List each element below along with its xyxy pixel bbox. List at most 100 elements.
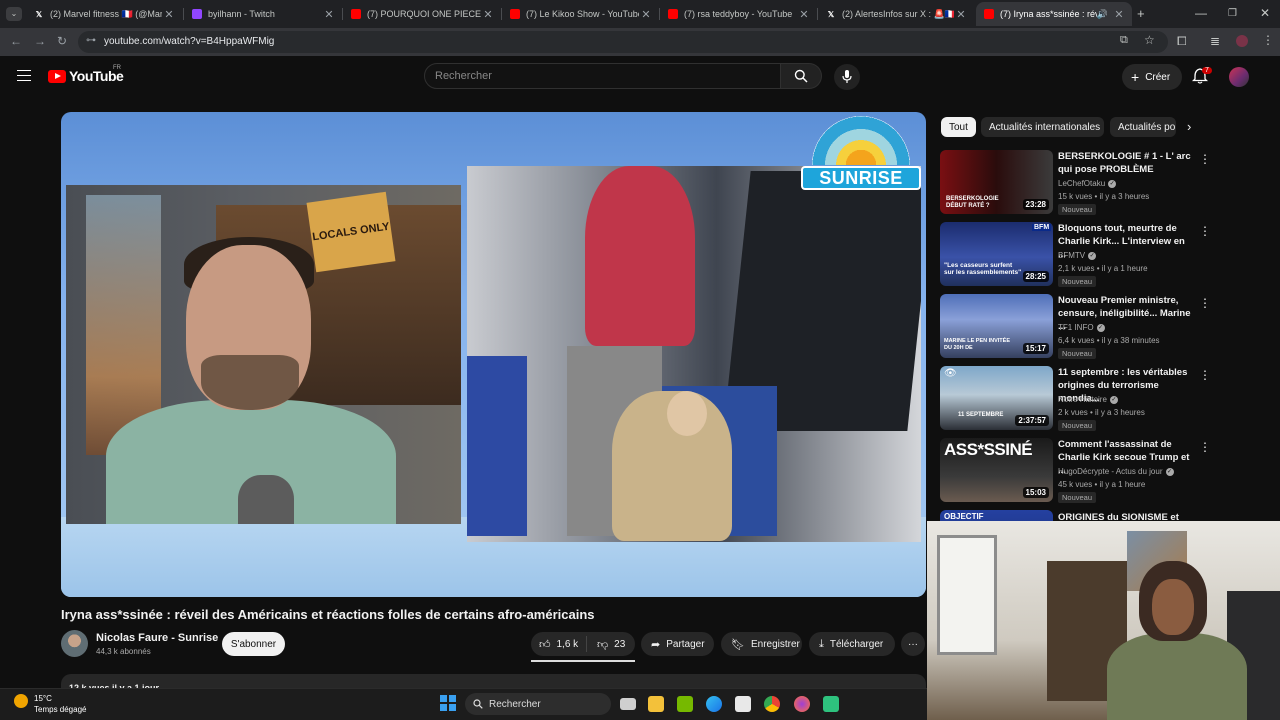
subscribe-button[interactable]: S'abonner	[222, 632, 285, 656]
recommendation-channel[interactable]: TF1 INFO ✓	[1058, 323, 1105, 332]
x-icon: 𝕏	[827, 9, 835, 19]
recommendation-item[interactable]: BFM "Les casseurs surfent sur les rassem…	[940, 222, 1211, 290]
video-thumbnail[interactable]: 👁︎ 11 SEPTEMBRE 2:37:57	[940, 366, 1053, 430]
close-icon[interactable]: ✕	[954, 8, 968, 21]
extensions-icon[interactable]: ⧠	[1177, 34, 1187, 49]
recommendation-item[interactable]: OBJECTIF ORIGINES du SIONISME et	[940, 510, 1210, 521]
thumbnail-caption: OBJECTIF	[944, 512, 984, 521]
dislike-button[interactable]: 👎︎ 23	[587, 638, 625, 651]
nvidia-icon[interactable]	[677, 696, 693, 712]
download-button[interactable]: ⤓ Télécharger	[809, 632, 895, 656]
youtube-logo-icon[interactable]	[48, 70, 66, 83]
recommendation-views: 6,4 k vues • il y a 38 minutes	[1058, 336, 1160, 345]
tab-4[interactable]: (7) Le Kikoo Show - YouTube ✕	[502, 2, 659, 26]
close-icon[interactable]: ✕	[639, 8, 653, 21]
video-thumbnail[interactable]: ASS*SSINÉ 15:03	[940, 438, 1053, 502]
more-vert-icon[interactable]: ⋮	[1199, 224, 1211, 238]
task-view-icon[interactable]	[620, 698, 636, 710]
video-thumbnail[interactable]: BFM "Les casseurs surfent sur les rassem…	[940, 222, 1053, 286]
forward-icon[interactable]: →	[34, 34, 46, 48]
recommendation-channel[interactable]: LeChefOtaku ✓	[1058, 179, 1117, 188]
profile-icon[interactable]	[1236, 35, 1248, 47]
recommendation-channel[interactable]: BFMTV ✓	[1058, 251, 1097, 260]
save-button[interactable]: 🔖︎ Enregistrer	[721, 632, 802, 656]
restore-icon[interactable]: ❐	[1228, 8, 1237, 19]
more-vert-icon[interactable]: ⋮	[1199, 440, 1211, 454]
weather-sun-icon[interactable]	[14, 694, 28, 708]
plus-icon: +	[1131, 69, 1140, 85]
tab-3[interactable]: (7) POURQUOI ONE PIECE DEV ✕	[343, 2, 501, 26]
recommendation-item[interactable]: MARINE LE PEN INVITÉE DU 20H DE 15:17 No…	[940, 294, 1211, 362]
verified-check-icon: ✓	[1108, 179, 1117, 188]
recommendation-channel[interactable]: Notre Histoire ✓	[1058, 395, 1118, 404]
sunrise-logo-text: SUNRISE	[801, 166, 921, 190]
plus-icon[interactable]: +	[1137, 6, 1145, 21]
recommendation-channel[interactable]: HugoDécrypte - Actus du jour ✓	[1058, 467, 1174, 476]
more-vert-icon[interactable]: ⋮	[1199, 368, 1211, 382]
file-explorer-icon[interactable]	[648, 696, 664, 712]
hamburger-menu-icon[interactable]	[17, 70, 31, 81]
weather-temperature[interactable]: 15°C	[34, 694, 52, 703]
tab-7-active[interactable]: (7) Iryna ass*ssinée : réveil d 🔊 ✕	[976, 2, 1132, 26]
channel-avatar[interactable]	[61, 630, 88, 657]
close-icon[interactable]: ✕	[322, 8, 336, 21]
bookmark-star-icon[interactable]: ☆	[1144, 33, 1155, 47]
video-thumbnail[interactable]: BERSERKOLOGIE DÉBUT RATÉ ? 23:28	[940, 150, 1053, 214]
chip-international-news[interactable]: Actualités internationales	[981, 117, 1104, 137]
video-player[interactable]: LOCALS ONLY SUNRISE	[61, 112, 926, 597]
chip-all[interactable]: Tout	[941, 117, 976, 137]
reload-icon[interactable]: ↻	[57, 34, 67, 48]
like-button[interactable]: 👍︎ 1,6 k	[531, 636, 587, 652]
weather-description[interactable]: Temps dégagé	[34, 705, 86, 714]
back-icon[interactable]: ←	[10, 34, 22, 48]
tab-5[interactable]: (7) rsa teddyboy - YouTube ✕	[660, 2, 817, 26]
close-icon[interactable]: ✕	[162, 8, 176, 21]
tab-1[interactable]: 𝕏 (2) Marvel fitness 🇫🇷 (@Marvel_ ✕	[26, 2, 182, 26]
more-vert-icon[interactable]: ⋮	[1262, 33, 1274, 47]
recommendation-title[interactable]: BERSERKOLOGIE # 1 - L' arc qui pose PROB…	[1058, 150, 1194, 176]
search-box[interactable]	[424, 63, 781, 89]
window-close-icon[interactable]: ✕	[1260, 6, 1270, 20]
windows-start-icon[interactable]	[440, 695, 456, 711]
tab-6[interactable]: 𝕏 (2) AlertesInfos sur X : 🚨🇫🇷 FL ✕	[818, 2, 974, 26]
video-thumbnail[interactable]: MARINE LE PEN INVITÉE DU 20H DE 15:17	[940, 294, 1053, 358]
audio-playing-icon[interactable]: 🔊	[1097, 9, 1108, 20]
store-icon[interactable]	[735, 696, 751, 712]
install-app-icon[interactable]: ⧉	[1120, 34, 1128, 47]
share-button[interactable]: ➦ Partager	[641, 632, 714, 656]
recommendation-item[interactable]: ASS*SSINÉ 15:03 Comment l'assassinat de …	[940, 438, 1211, 506]
more-vert-icon[interactable]: ⋮	[1199, 152, 1211, 166]
voice-search-button[interactable]	[834, 64, 860, 90]
account-avatar[interactable]	[1229, 67, 1249, 87]
tab-2[interactable]: byilhann - Twitch ✕	[184, 2, 342, 26]
search-button[interactable]	[781, 63, 822, 89]
chip-political-news[interactable]: Actualités po	[1110, 117, 1176, 137]
video-thumbnail[interactable]: OBJECTIF	[940, 510, 1053, 521]
minimize-icon[interactable]: —	[1195, 6, 1207, 20]
close-icon[interactable]: ✕	[797, 8, 811, 21]
edge-icon[interactable]	[706, 696, 722, 712]
reading-list-icon[interactable]: ≣	[1210, 34, 1220, 48]
create-button[interactable]: + Créer	[1122, 64, 1182, 90]
chrome-icon[interactable]	[764, 696, 780, 712]
recommendation-item[interactable]: BERSERKOLOGIE DÉBUT RATÉ ? 23:28 BERSERK…	[940, 150, 1211, 218]
more-vert-icon[interactable]: ⋮	[1199, 296, 1211, 310]
site-info-icon[interactable]: ⊶	[86, 35, 96, 46]
more-actions-button[interactable]: ···	[901, 632, 925, 656]
chevron-right-icon[interactable]: ›	[1187, 119, 1191, 134]
app-icon[interactable]	[823, 696, 839, 712]
tab-title: (7) rsa teddyboy - YouTube	[684, 9, 793, 19]
recommendation-title[interactable]: ORIGINES du SIONISME et	[1058, 511, 1194, 521]
address-bar[interactable]: ⊶ youtube.com/watch?v=B4HppaWFMig ⧉ ☆	[78, 31, 1168, 53]
close-icon[interactable]: ✕	[481, 8, 495, 21]
tab-search-button[interactable]: ⌄	[6, 7, 22, 21]
search-input[interactable]	[435, 70, 755, 82]
close-icon[interactable]: ✕	[1112, 8, 1126, 21]
x-icon: 𝕏	[35, 9, 43, 19]
tab-title: (2) Marvel fitness 🇫🇷 (@Marvel_	[50, 8, 162, 19]
channel-name[interactable]: Nicolas Faure - Sunrise	[96, 632, 218, 644]
recommendation-item[interactable]: 👁︎ 11 SEPTEMBRE 2:37:57 11 septembre : l…	[940, 366, 1211, 434]
taskbar-search-box[interactable]: Rechercher	[465, 693, 611, 715]
save-label: Enregistrer	[750, 638, 800, 650]
firefox-icon[interactable]	[794, 696, 810, 712]
